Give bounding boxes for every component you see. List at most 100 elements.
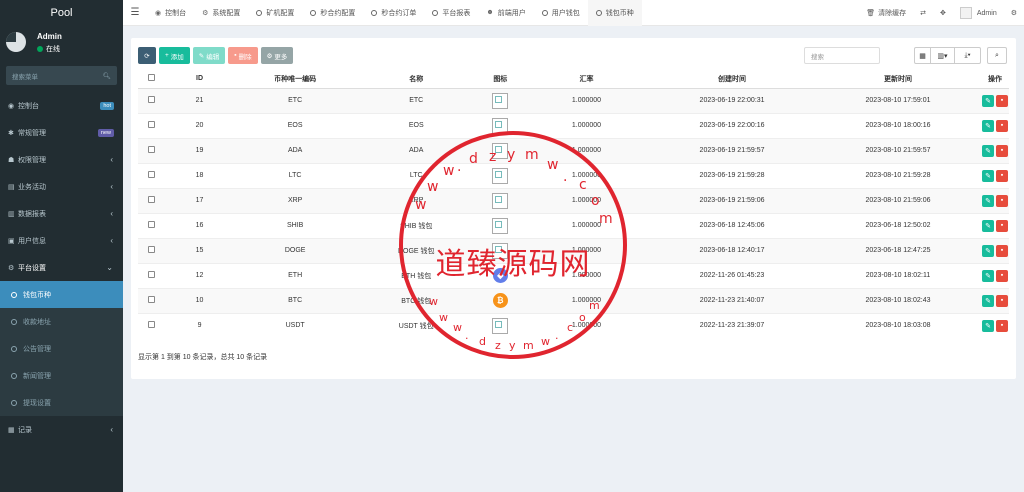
row-edit-button[interactable]: ✎	[982, 119, 994, 132]
admin-menu[interactable]: Admin	[953, 7, 1004, 19]
column-header[interactable]: 币种唯一编码	[234, 70, 356, 89]
tab-platform-report[interactable]: 平台报表	[424, 0, 478, 26]
advanced-search-button[interactable]: ⌕	[987, 47, 1007, 64]
column-header[interactable]: 名称	[355, 70, 477, 89]
rate-cell: 1.000000	[523, 112, 650, 138]
row-checkbox[interactable]	[147, 221, 155, 228]
language-button[interactable]: ⇄	[913, 9, 933, 17]
table-row[interactable]: 10 BTC BTC 钱包 ₿ 1.000000 2022-11-23 21:40:07 2…	[138, 287, 1009, 313]
row-delete-button[interactable]: ▪	[996, 194, 1008, 207]
sidebar-subitem-withdraw-settings[interactable]: 提现设置	[0, 389, 123, 416]
row-delete-button[interactable]: ▪	[996, 244, 1008, 257]
id-cell: 19	[164, 137, 235, 163]
export-button[interactable]: ⤓▾	[955, 47, 981, 64]
row-edit-button[interactable]: ✎	[982, 94, 994, 107]
row-delete-button[interactable]: ▪	[996, 94, 1008, 107]
sidebar-item-dashboard[interactable]: ◉ 控制台 hot	[0, 92, 123, 119]
tab-wallet-currency[interactable]: 钱包币种	[587, 0, 642, 26]
column-header[interactable]: 更新时间	[815, 70, 981, 89]
clear-cache-button[interactable]: 🗑︎ 清除缓存	[859, 8, 913, 18]
row-checkbox[interactable]	[147, 296, 155, 303]
tab-dashboard[interactable]: ◉ 控制台	[147, 0, 194, 26]
row-edit-button[interactable]: ✎	[982, 169, 994, 182]
circle-icon	[11, 345, 17, 352]
table-row[interactable]: 20 EOS EOS 1.000000 2023-06-19 22:00:16 2023-…	[138, 112, 1009, 138]
tab-miner-config[interactable]: 矿机配置	[248, 0, 302, 26]
row-checkbox[interactable]	[147, 246, 155, 253]
sidebar-search-input[interactable]: 搜索菜单 🔍︎	[6, 66, 117, 85]
code-cell: ADA	[234, 137, 356, 163]
row-edit-button[interactable]: ✎	[982, 194, 994, 207]
tab-user-wallet[interactable]: 用户钱包	[534, 0, 588, 26]
topbar: ☰ ◉ 控制台 ⚙ 系统配置 矿机配置 秒合约配置 秒合约订单 平台报表 ☻ 前端用户…	[123, 0, 1024, 26]
icon-cell	[476, 312, 524, 338]
sidebar-item-records[interactable]: ▦ 记录 ‹	[0, 416, 123, 443]
table-row[interactable]: 18 LTC LTC 1.000000 2023-06-19 21:59:28 2023-…	[138, 162, 1009, 188]
row-edit-button[interactable]: ✎	[982, 219, 994, 232]
refresh-button[interactable]: ⟳	[138, 47, 156, 64]
sidebar-subitem-announcements[interactable]: 公告管理	[0, 335, 123, 362]
row-delete-button[interactable]: ▪	[996, 294, 1008, 307]
table-row[interactable]: 12 ETH ETH 钱包 ◆ 1.000000 2022-11-26 01:45:23 2…	[138, 262, 1009, 288]
eth-coin-icon: ◆	[492, 268, 508, 283]
table-row[interactable]: 19 ADA ADA 1.000000 2023-06-19 21:59:57 2023-…	[138, 137, 1009, 163]
fullscreen-button[interactable]: ✥	[933, 9, 953, 17]
circle-icon	[371, 9, 378, 16]
sidebar-item-platform-settings[interactable]: ⚙ 平台设置 ⌄	[0, 254, 123, 281]
sidebar-item-users[interactable]: ▣ 用户信息 ‹	[0, 227, 123, 254]
row-edit-button[interactable]: ✎	[982, 244, 994, 257]
row-delete-button[interactable]: ▪	[996, 144, 1008, 157]
menu-toggle-icon[interactable]: ☰	[123, 7, 147, 18]
more-button[interactable]: ⚙ 更多	[260, 47, 294, 64]
column-header[interactable]: 创建时间	[649, 70, 816, 89]
table-row[interactable]: 9 USDT USDT 钱包 1.000000 2022-11-23 21:39:07 2…	[138, 312, 1009, 338]
created-cell: 2023-06-19 22:00:31	[649, 87, 816, 113]
column-header[interactable]: 图标	[476, 70, 524, 89]
actions-cell: ✎ ▪	[981, 312, 1009, 338]
tab-system-config[interactable]: ⚙ 系统配置	[194, 0, 248, 26]
edit-button[interactable]: ✎ 编辑	[192, 47, 226, 64]
add-button[interactable]: + 添加	[159, 47, 190, 64]
table-row[interactable]: 15 DOGE DOGE 钱包 1.000000 2023-06-18 12:40:17…	[138, 237, 1009, 263]
row-edit-button[interactable]: ✎	[982, 269, 994, 282]
sidebar-item-general[interactable]: ✱ 常规管理 new	[0, 119, 123, 146]
row-checkbox[interactable]	[147, 121, 155, 128]
column-header[interactable]: 汇率	[523, 70, 650, 89]
row-delete-button[interactable]: ▪	[996, 219, 1008, 232]
sidebar-subitem-receive-address[interactable]: 收款地址	[0, 308, 123, 335]
row-delete-button[interactable]: ▪	[996, 269, 1008, 282]
select-all-checkbox[interactable]	[147, 74, 155, 82]
group-icon: ☗	[8, 156, 15, 164]
column-header[interactable]: ID	[164, 70, 235, 89]
sidebar-item-business[interactable]: ▤ 业务活动 ‹	[0, 173, 123, 200]
table-row[interactable]: 17 XRP XRP 1.000000 2023-06-19 21:59:06 2023-…	[138, 187, 1009, 213]
row-edit-button[interactable]: ✎	[982, 294, 994, 307]
sidebar-subitem-label: 新闻管理	[23, 372, 51, 380]
row-delete-button[interactable]: ▪	[996, 319, 1008, 332]
table-row[interactable]: 16 SHIB SHIB 钱包 1.000000 2023-06-18 12:45:06…	[138, 212, 1009, 238]
tab-contract-config[interactable]: 秒合约配置	[302, 0, 363, 26]
row-checkbox[interactable]	[147, 321, 155, 329]
sidebar-subitem-wallet-currency[interactable]: 钱包币种	[0, 281, 123, 308]
row-edit-button[interactable]: ✎	[982, 144, 994, 157]
settings-button[interactable]: ⚙	[1004, 9, 1024, 17]
sidebar-subitem-news[interactable]: 新闻管理	[0, 362, 123, 389]
table-row[interactable]: 21 ETC ETC 1.000000 2023-06-19 22:00:31 2023-…	[138, 87, 1009, 113]
row-checkbox[interactable]	[147, 171, 155, 178]
sidebar-item-reports[interactable]: ▥ 数据报表 ‹	[0, 200, 123, 227]
tab-frontend-users[interactable]: ☻ 前端用户	[478, 0, 533, 26]
row-checkbox[interactable]	[147, 271, 155, 278]
row-delete-button[interactable]: ▪	[996, 119, 1008, 132]
logo[interactable]: Pool	[0, 0, 123, 26]
card-view-button[interactable]: ▦	[914, 47, 931, 64]
delete-button[interactable]: ▪ 删除	[228, 47, 258, 64]
row-checkbox[interactable]	[147, 146, 155, 153]
tab-contract-orders[interactable]: 秒合约订单	[363, 0, 424, 26]
row-delete-button[interactable]: ▪	[996, 169, 1008, 182]
sidebar-item-permissions[interactable]: ☗ 权限管理 ‹	[0, 146, 123, 173]
table-search-input[interactable]: 搜索	[804, 47, 880, 64]
row-checkbox[interactable]	[147, 196, 155, 203]
columns-button[interactable]: ▥▾	[931, 47, 955, 64]
row-checkbox[interactable]	[147, 96, 155, 103]
row-edit-button[interactable]: ✎	[982, 319, 994, 332]
